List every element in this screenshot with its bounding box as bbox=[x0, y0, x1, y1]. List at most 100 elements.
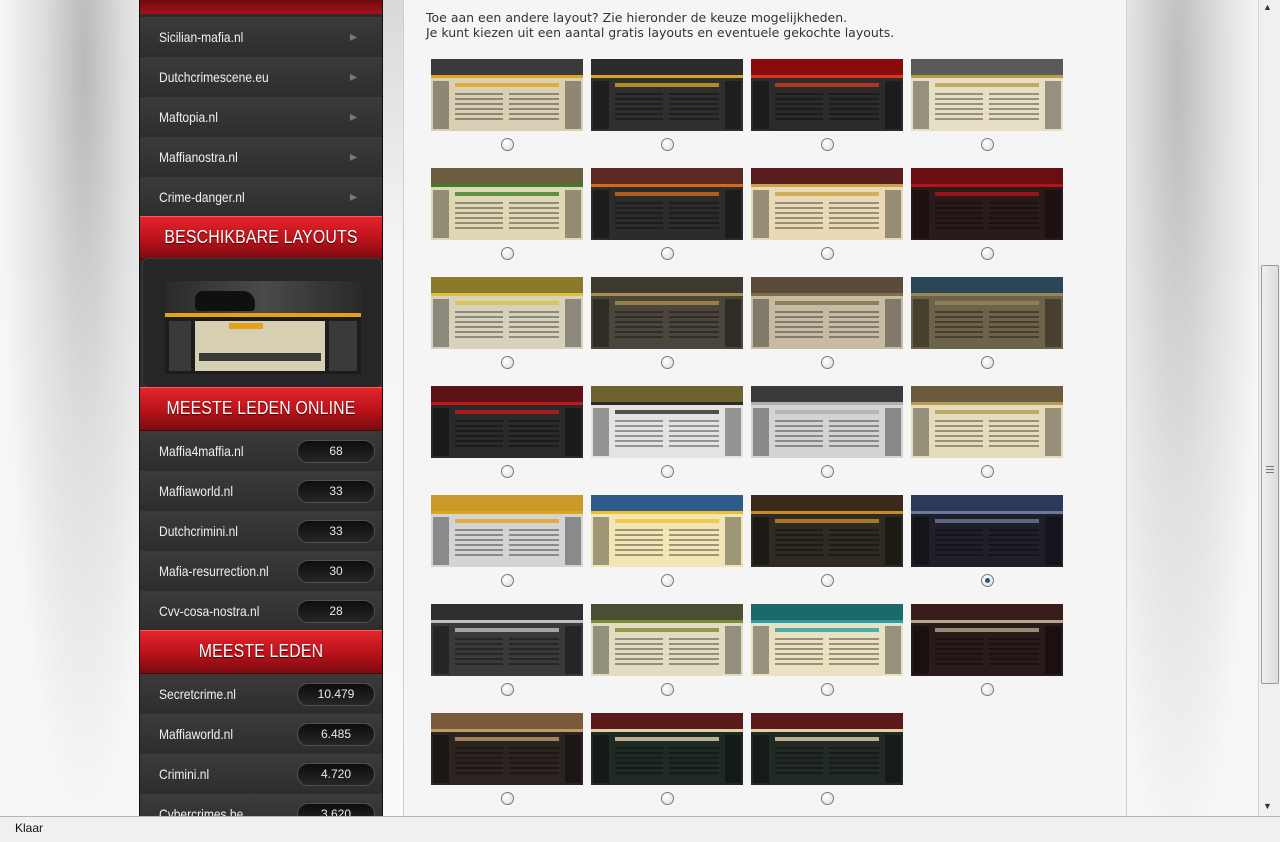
layout-radio-button[interactable] bbox=[661, 792, 674, 805]
layout-thumbnail[interactable] bbox=[431, 386, 583, 458]
sidebar-link[interactable]: Dutchcrimescene.eu ▸ bbox=[140, 57, 382, 98]
layout-thumbnail[interactable] bbox=[911, 168, 1063, 240]
layout-thumbnail[interactable] bbox=[751, 386, 903, 458]
scroll-down-arrow-icon[interactable]: ▼ bbox=[1263, 801, 1272, 811]
layout-preview-image[interactable] bbox=[165, 281, 361, 374]
layout-thumbnail[interactable] bbox=[431, 277, 583, 349]
layout-radio-button[interactable] bbox=[501, 356, 514, 369]
layout-thumbnail[interactable] bbox=[751, 168, 903, 240]
layout-thumbnail[interactable] bbox=[591, 59, 743, 131]
sidebar-stat-row[interactable]: Secretcrime.nl 10.479 bbox=[140, 674, 382, 715]
layout-radio-button[interactable] bbox=[661, 683, 674, 696]
layout-radio-button[interactable] bbox=[501, 465, 514, 478]
layout-radio-button[interactable] bbox=[661, 138, 674, 151]
layout-thumbnail[interactable] bbox=[431, 713, 583, 785]
intro-line: Toe aan een andere layout? Zie hieronder… bbox=[426, 10, 848, 25]
layout-thumbnail[interactable] bbox=[911, 277, 1063, 349]
sidebar-stat-row[interactable]: Cvv-cosa-nostra.nl 28 bbox=[140, 591, 382, 632]
sidebar-link[interactable]: Maffianostra.nl ▸ bbox=[140, 137, 382, 178]
sidebar-link[interactable]: Crime-danger.nl ▸ bbox=[140, 177, 382, 218]
layout-radio-button[interactable] bbox=[821, 683, 834, 696]
page: Sicilian-mafia.nl ▸ Dutchcrimescene.eu ▸… bbox=[0, 0, 1258, 816]
layout-radio-button[interactable] bbox=[981, 683, 994, 696]
sidebar-stat-row[interactable]: Cybercrimes.be 3.620 bbox=[140, 794, 382, 816]
sidebar-link-label: Maffianostra.nl bbox=[159, 149, 238, 165]
member-count-badge: 33 bbox=[297, 480, 375, 503]
sidebar-top-strip bbox=[140, 0, 382, 14]
scroll-up-arrow-icon[interactable]: ▲ bbox=[1263, 2, 1272, 12]
layout-thumbnail[interactable] bbox=[431, 59, 583, 131]
layout-thumbnail[interactable] bbox=[751, 604, 903, 676]
member-count-badge: 6.485 bbox=[297, 723, 375, 746]
layout-radio-button[interactable] bbox=[661, 356, 674, 369]
layout-thumbnail[interactable] bbox=[591, 277, 743, 349]
layout-thumbnail[interactable] bbox=[591, 495, 743, 567]
section-title: BESCHIKBARE LAYOUTS bbox=[164, 227, 358, 247]
layout-thumbnail[interactable] bbox=[751, 495, 903, 567]
section-title: MEESTE LEDEN bbox=[198, 641, 324, 661]
layout-thumbnail[interactable] bbox=[591, 604, 743, 676]
sidebar-stat-row[interactable]: Maffiaworld.nl 33 bbox=[140, 471, 382, 512]
layout-thumbnail[interactable] bbox=[431, 168, 583, 240]
most-members-header: MEESTE LEDEN bbox=[140, 630, 382, 674]
most-online-header: MEESTE LEDEN ONLINE bbox=[140, 387, 382, 431]
site-name: Secretcrime.nl bbox=[159, 686, 236, 702]
site-name: Maffiaworld.nl bbox=[159, 726, 234, 742]
site-name: Crimini.nl bbox=[159, 766, 210, 782]
intro-line: Je kunt kiezen uit een aantal gratis lay… bbox=[426, 25, 895, 40]
sidebar-stat-row[interactable]: Dutchcrimini.nl 33 bbox=[140, 511, 382, 552]
layout-radio-button[interactable] bbox=[501, 247, 514, 260]
scrollbar-thumb[interactable] bbox=[1261, 265, 1279, 684]
layout-thumbnail[interactable] bbox=[911, 59, 1063, 131]
layout-radio-button[interactable] bbox=[501, 792, 514, 805]
layout-radio-button[interactable] bbox=[981, 138, 994, 151]
layout-radio-button[interactable] bbox=[981, 247, 994, 260]
layout-thumbnail[interactable] bbox=[591, 386, 743, 458]
layout-thumbnail[interactable] bbox=[751, 277, 903, 349]
layout-radio-button[interactable] bbox=[661, 465, 674, 478]
sidebar-link[interactable]: Sicilian-mafia.nl ▸ bbox=[140, 17, 382, 58]
layout-radio-button[interactable] bbox=[501, 138, 514, 151]
layout-thumbnail[interactable] bbox=[911, 604, 1063, 676]
layout-thumbnail[interactable] bbox=[431, 604, 583, 676]
chevron-right-icon: ▸ bbox=[350, 108, 358, 124]
layout-thumbnail[interactable] bbox=[751, 713, 903, 785]
member-count-badge: 3.620 bbox=[297, 803, 375, 816]
layout-radio-button[interactable] bbox=[821, 138, 834, 151]
sidebar-link[interactable]: Maftopia.nl ▸ bbox=[140, 97, 382, 138]
background-left-decoration bbox=[0, 0, 140, 816]
layout-thumbnail[interactable] bbox=[911, 386, 1063, 458]
layout-radio-button[interactable] bbox=[821, 792, 834, 805]
layout-radio-button[interactable] bbox=[981, 356, 994, 369]
sidebar-stat-row[interactable]: Maffia4maffia.nl 68 bbox=[140, 431, 382, 472]
layout-preview-panel bbox=[142, 258, 382, 388]
chevron-right-icon: ▸ bbox=[350, 148, 358, 164]
layout-thumbnail[interactable] bbox=[751, 59, 903, 131]
layout-thumbnail[interactable] bbox=[591, 168, 743, 240]
layout-radio-button[interactable] bbox=[821, 356, 834, 369]
sidebar-stat-row[interactable]: Mafia-resurrection.nl 30 bbox=[140, 551, 382, 592]
vertical-scrollbar[interactable]: ▲ ▼ bbox=[1258, 0, 1280, 816]
sidebar-stat-row[interactable]: Maffiaworld.nl 6.485 bbox=[140, 714, 382, 755]
chevron-right-icon: ▸ bbox=[350, 28, 358, 44]
layout-thumbnail[interactable] bbox=[591, 713, 743, 785]
layout-radio-button[interactable] bbox=[501, 683, 514, 696]
sidebar-stat-row[interactable]: Crimini.nl 4.720 bbox=[140, 754, 382, 795]
layout-thumbnail[interactable] bbox=[431, 495, 583, 567]
layout-radio-button[interactable] bbox=[981, 465, 994, 478]
status-text: Klaar bbox=[15, 821, 44, 835]
sidebar-link-label: Crime-danger.nl bbox=[159, 189, 245, 205]
site-name: Maffia4maffia.nl bbox=[159, 443, 244, 459]
site-name: Dutchcrimini.nl bbox=[159, 523, 238, 539]
layout-radio-button[interactable] bbox=[821, 574, 834, 587]
layout-thumbnail[interactable] bbox=[911, 495, 1063, 567]
layout-radio-button[interactable] bbox=[661, 247, 674, 260]
site-name: Mafia-resurrection.nl bbox=[159, 563, 269, 579]
layout-radio-button[interactable] bbox=[821, 465, 834, 478]
chevron-right-icon: ▸ bbox=[350, 68, 358, 84]
layout-radio-button[interactable] bbox=[821, 247, 834, 260]
sidebar-link-label: Maftopia.nl bbox=[159, 109, 218, 125]
layout-radio-button[interactable] bbox=[661, 574, 674, 587]
layout-radio-button[interactable] bbox=[501, 574, 514, 587]
layout-radio-button[interactable] bbox=[981, 574, 994, 587]
